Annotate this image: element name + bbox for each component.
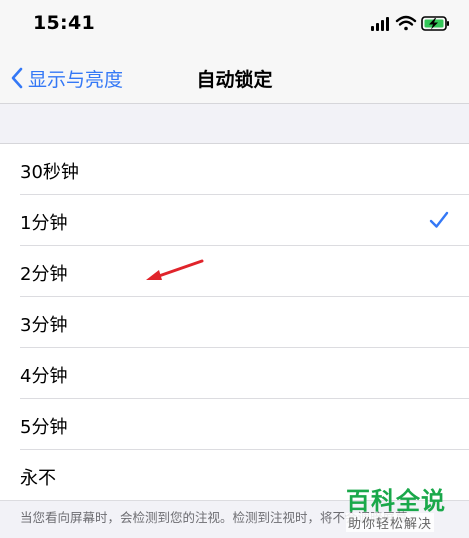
option-label: 3分钟 [20, 315, 68, 336]
watermark-subtitle: 助你轻松解决 [346, 513, 435, 532]
wifi-icon [395, 15, 417, 31]
checkmark-icon [429, 211, 449, 228]
option-label: 4分钟 [20, 366, 68, 387]
option-2-minutes[interactable]: 2分钟 [0, 246, 469, 297]
option-label: 5分钟 [20, 417, 68, 438]
nav-bar: 显示与亮度 自动锁定 [0, 52, 469, 104]
option-label: 30秒钟 [20, 162, 79, 183]
page-title: 自动锁定 [196, 69, 273, 91]
option-label: 2分钟 [20, 264, 68, 285]
watermark-title: 百科全说 [346, 487, 446, 515]
signal-icon [371, 17, 389, 31]
status-icons [371, 15, 449, 31]
auto-lock-options-list: 30秒钟 1分钟 2分钟 3分钟 4分钟 5分钟 永不 [0, 143, 469, 501]
status-time: 15:41 [33, 12, 95, 34]
option-1-minute[interactable]: 1分钟 [0, 195, 469, 246]
option-4-minutes[interactable]: 4分钟 [0, 348, 469, 399]
option-label: 永不 [20, 468, 56, 489]
status-bar: 15:41 [0, 0, 469, 52]
watermark: 百科全说 助你轻松解决 [340, 479, 460, 538]
option-3-minutes[interactable]: 3分钟 [0, 297, 469, 348]
option-30-seconds[interactable]: 30秒钟 [0, 144, 469, 195]
option-5-minutes[interactable]: 5分钟 [0, 399, 469, 450]
battery-charging-icon [421, 16, 449, 31]
option-label: 1分钟 [20, 213, 68, 234]
annotation-arrow-icon [146, 259, 204, 280]
